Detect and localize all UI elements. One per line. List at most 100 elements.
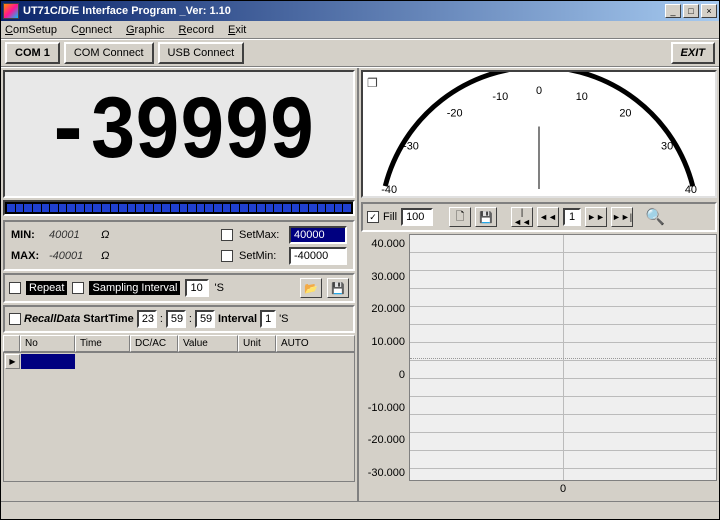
starttime-sec-input[interactable]: 59 bbox=[195, 310, 215, 328]
app-icon bbox=[3, 3, 19, 19]
y-tick: 30.000 bbox=[371, 271, 405, 283]
selected-cell[interactable] bbox=[21, 354, 75, 369]
cascade-icon[interactable]: ❐ bbox=[367, 76, 378, 90]
setmin-input[interactable]: -40000 bbox=[289, 247, 347, 265]
maximize-button[interactable]: □ bbox=[683, 4, 699, 18]
max-value: -40001 bbox=[49, 250, 101, 262]
setmax-checkbox[interactable] bbox=[221, 229, 233, 241]
sampling-interval-label: Sampling Interval bbox=[89, 281, 180, 295]
col-auto[interactable]: AUTO bbox=[276, 335, 355, 352]
title-bar: UT71C/D/E Interface Program _Ver: 1.10 _… bbox=[1, 1, 719, 21]
col-time[interactable]: Time bbox=[75, 335, 130, 352]
svg-text:-10: -10 bbox=[492, 91, 508, 103]
y-tick: -20.000 bbox=[368, 434, 405, 446]
col-unit[interactable]: Unit bbox=[238, 335, 276, 352]
folder-icon: 📂 bbox=[304, 282, 318, 295]
current-row-indicator: ▶ bbox=[5, 354, 20, 369]
recall-panel: RecallData StartTime 23: 59: 59 Interval… bbox=[3, 305, 355, 333]
menu-graphic[interactable]: Graphic bbox=[126, 24, 165, 36]
sampling-unit: 'S bbox=[214, 282, 223, 294]
window-title: UT71C/D/E Interface Program _Ver: 1.10 bbox=[23, 5, 231, 17]
grid-row-selector-header bbox=[3, 335, 20, 352]
y-tick: -30.000 bbox=[368, 467, 405, 479]
setmax-input[interactable]: 40000 bbox=[289, 226, 347, 244]
chart-x-axis: 0 bbox=[409, 481, 717, 499]
svg-text:10: 10 bbox=[576, 91, 588, 103]
fill-checkbox[interactable]: ✓ bbox=[367, 211, 379, 223]
repeat-checkbox[interactable] bbox=[9, 282, 21, 294]
max-unit: Ω bbox=[101, 250, 117, 262]
recall-unit: 'S bbox=[279, 313, 288, 325]
chart-y-axis: 40.000 30.000 20.000 10.000 0 -10.000 -2… bbox=[361, 234, 409, 499]
y-tick: 20.000 bbox=[371, 303, 405, 315]
setmin-checkbox[interactable] bbox=[221, 250, 233, 262]
min-value: 40001 bbox=[49, 229, 101, 241]
min-label: MIN: bbox=[11, 229, 49, 241]
analog-gauge: ❐ -40 -30 -20 -10 0 10 20 30 40 bbox=[361, 70, 717, 198]
x-tick: 0 bbox=[560, 483, 566, 495]
svg-text:0: 0 bbox=[536, 85, 542, 97]
repeat-label: Repeat bbox=[26, 281, 67, 295]
app-window: UT71C/D/E Interface Program _Ver: 1.10 _… bbox=[0, 0, 720, 520]
recall-interval-input[interactable]: 1 bbox=[260, 310, 276, 328]
svg-text:30: 30 bbox=[661, 140, 673, 152]
lcd-display: -39999 bbox=[3, 70, 355, 198]
sampling-interval-input[interactable]: 10 bbox=[185, 279, 209, 297]
usb-connect-button[interactable]: USB Connect bbox=[158, 42, 245, 64]
recalldata-checkbox[interactable] bbox=[9, 313, 21, 325]
zoom-icon[interactable]: 🔍 bbox=[645, 207, 665, 227]
last-page-button[interactable]: ►►| bbox=[611, 207, 633, 227]
y-tick: -10.000 bbox=[368, 402, 405, 414]
chart-plot-area[interactable] bbox=[409, 234, 717, 481]
y-tick: 10.000 bbox=[371, 336, 405, 348]
exit-button[interactable]: EXIT bbox=[671, 42, 715, 64]
disk-icon: 💾 bbox=[479, 211, 493, 224]
starttime-label: StartTime bbox=[83, 313, 134, 325]
starttime-hour-input[interactable]: 23 bbox=[137, 310, 157, 328]
page-number[interactable]: 1 bbox=[563, 208, 581, 226]
starttime-min-input[interactable]: 59 bbox=[166, 310, 186, 328]
first-page-button[interactable]: |◄◄ bbox=[511, 207, 533, 227]
col-no[interactable]: No bbox=[20, 335, 75, 352]
menu-exit[interactable]: Exit bbox=[228, 24, 246, 36]
new-page-button[interactable]: 🗋 bbox=[449, 207, 471, 227]
y-tick: 0 bbox=[399, 369, 405, 381]
y-tick: 40.000 bbox=[371, 238, 405, 250]
sampling-interval-checkbox[interactable] bbox=[72, 282, 84, 294]
minimize-button[interactable]: _ bbox=[665, 4, 681, 18]
toolbar: COM 1 COM Connect USB Connect EXIT bbox=[1, 39, 719, 67]
svg-text:-20: -20 bbox=[447, 108, 463, 120]
svg-text:-30: -30 bbox=[403, 140, 419, 152]
sampling-panel: Repeat Sampling Interval 10 'S 📂 💾 bbox=[3, 273, 355, 303]
save-file-button[interactable]: 💾 bbox=[327, 278, 349, 298]
com-port-button[interactable]: COM 1 bbox=[5, 42, 60, 64]
lcd-reading: -39999 bbox=[45, 83, 314, 184]
chart-controls: ✓ Fill 100 🗋 💾 |◄◄ ◄◄ 1 ►► ►►| 🔍 bbox=[361, 202, 717, 232]
page-icon: 🗋 bbox=[456, 208, 465, 227]
bargraph bbox=[3, 200, 355, 216]
svg-text:40: 40 bbox=[685, 184, 697, 196]
disk-icon: 💾 bbox=[331, 282, 345, 295]
col-dcac[interactable]: DC/AC bbox=[130, 335, 178, 352]
prev-page-button[interactable]: ◄◄ bbox=[537, 207, 559, 227]
data-grid-header: No Time DC/AC Value Unit AUTO bbox=[3, 335, 355, 352]
com-connect-button[interactable]: COM Connect bbox=[64, 42, 154, 64]
min-unit: Ω bbox=[101, 229, 117, 241]
setmin-label: SetMin: bbox=[239, 250, 289, 262]
col-value[interactable]: Value bbox=[178, 335, 238, 352]
gauge-tick: -40 bbox=[381, 184, 397, 196]
recall-interval-label: Interval bbox=[218, 313, 257, 325]
open-file-button[interactable]: 📂 bbox=[300, 278, 322, 298]
menu-record[interactable]: Record bbox=[179, 24, 214, 36]
next-page-button[interactable]: ►► bbox=[585, 207, 607, 227]
fill-label: Fill bbox=[383, 211, 397, 223]
data-grid[interactable]: ▶ bbox=[3, 352, 355, 482]
menu-comsetup[interactable]: ComSetup bbox=[5, 24, 57, 36]
save-chart-button[interactable]: 💾 bbox=[475, 207, 497, 227]
chart-panel: 40.000 30.000 20.000 10.000 0 -10.000 -2… bbox=[361, 234, 717, 499]
menu-bar: ComSetup Connect Graphic Record Exit bbox=[1, 21, 719, 39]
fill-value-input[interactable]: 100 bbox=[401, 208, 433, 226]
menu-connect[interactable]: Connect bbox=[71, 24, 112, 36]
close-button[interactable]: × bbox=[701, 4, 717, 18]
minmax-panel: MIN: 40001 Ω SetMax: 40000 MAX: -40001 Ω… bbox=[3, 220, 355, 271]
